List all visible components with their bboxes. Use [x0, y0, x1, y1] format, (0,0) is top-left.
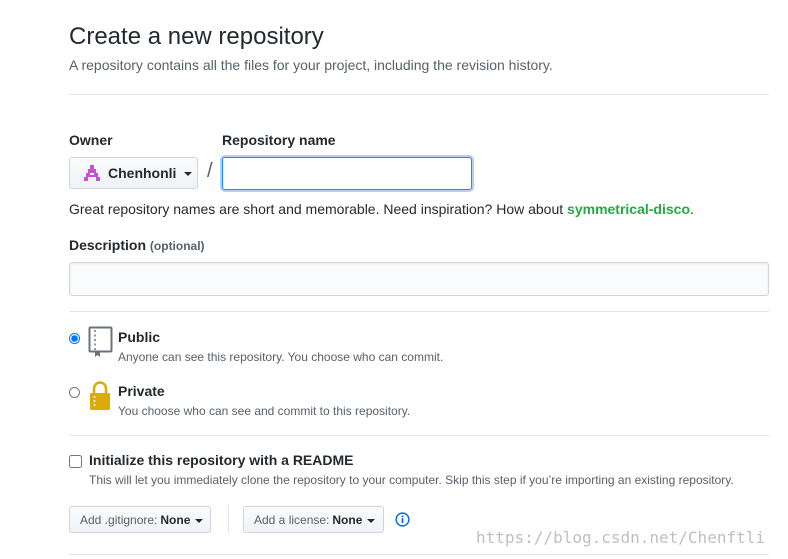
- watermark: https://blog.csdn.net/Chenftli: [476, 528, 765, 547]
- chevron-down-icon: [195, 518, 204, 523]
- owner-dropdown-button[interactable]: Chenhonli: [69, 157, 198, 189]
- page-title: Create a new repository: [69, 23, 324, 50]
- divider: [69, 554, 769, 555]
- owner-name: Chenhonli: [108, 165, 177, 181]
- divider: [69, 311, 769, 312]
- vertical-divider: [228, 505, 229, 533]
- divider: [69, 94, 769, 95]
- private-note: You choose who can see and commit to thi…: [118, 404, 411, 418]
- repo-name-input[interactable]: [222, 157, 472, 190]
- gitignore-prefix: Add .gitignore:: [80, 512, 158, 527]
- chevron-down-icon: [367, 518, 376, 523]
- repo-book-icon: [88, 326, 113, 357]
- hint-text: Great repository names are short and mem…: [69, 201, 568, 217]
- lock-icon: [90, 381, 110, 410]
- description-label: Description (optional): [69, 237, 205, 253]
- info-icon[interactable]: [395, 512, 410, 527]
- gitignore-value: None: [160, 512, 191, 527]
- repo-name-hint: Great repository names are short and mem…: [69, 201, 694, 217]
- owner-repo-separator: /: [207, 160, 213, 182]
- chevron-down-icon: [184, 172, 193, 176]
- owner-avatar-icon: [84, 165, 100, 181]
- description-input[interactable]: [69, 262, 769, 296]
- license-dropdown-button[interactable]: Add a license: None: [243, 506, 384, 533]
- description-label-text: Description: [69, 237, 147, 253]
- page-subtitle: A repository contains all the files for …: [69, 57, 553, 73]
- owner-label: Owner: [69, 132, 113, 148]
- readme-note: This will let you immediately clone the …: [89, 473, 734, 487]
- divider: [69, 435, 769, 436]
- optional-note: (optional): [149, 239, 205, 253]
- public-note: Anyone can see this repository. You choo…: [118, 350, 444, 364]
- readme-title: Initialize this repository with a README: [89, 452, 354, 468]
- hint-end: .: [690, 201, 694, 217]
- gitignore-dropdown-button[interactable]: Add .gitignore: None: [69, 506, 211, 533]
- public-title: Public: [118, 329, 161, 345]
- repo-name-label: Repository name: [222, 132, 336, 148]
- public-radio[interactable]: [69, 333, 80, 344]
- private-title: Private: [118, 383, 165, 399]
- private-radio[interactable]: [69, 387, 80, 398]
- license-prefix: Add a license:: [254, 512, 330, 527]
- license-value: None: [332, 512, 363, 527]
- readme-checkbox[interactable]: [69, 455, 82, 468]
- name-suggestion-link[interactable]: symmetrical-disco: [567, 201, 690, 217]
